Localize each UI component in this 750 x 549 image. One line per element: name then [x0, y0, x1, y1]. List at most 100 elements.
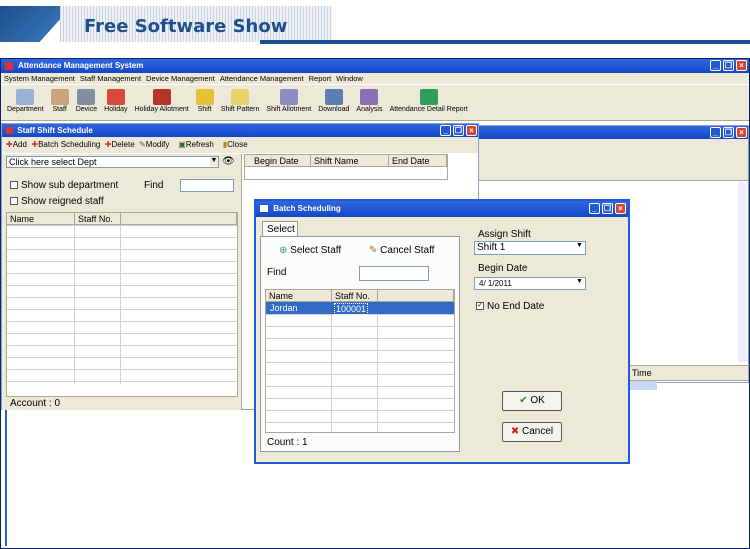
row-name-cell: Jordan	[270, 303, 298, 313]
modify-icon: ✎	[139, 140, 146, 149]
batch-blank-column-header	[378, 290, 454, 302]
grid-divider	[74, 225, 75, 384]
restore-icon[interactable]: ❐	[723, 60, 734, 71]
chevron-down-icon[interactable]: ▼	[576, 278, 583, 285]
shift-icon	[195, 89, 214, 105]
background-window-titlebar[interactable]: _ ❐ ×	[478, 126, 748, 139]
account-count: Account : 0	[10, 398, 61, 409]
app-icon	[5, 61, 13, 70]
select-tab-panel: ⊕ Select Staff ✎ Cancel Staff Find Name …	[260, 236, 460, 452]
menu-report[interactable]: Report	[309, 74, 332, 83]
grid-divider	[120, 225, 121, 384]
toolbar-holiday[interactable]: Holiday	[104, 87, 128, 113]
batch-staff-grid: Name Staff No. Jordan 100001	[265, 289, 455, 433]
end-date-column-header[interactable]: End Date	[389, 155, 447, 167]
menu-staff[interactable]: Staff Management	[80, 74, 141, 83]
batch-name-column-header[interactable]: Name	[266, 290, 332, 302]
scrollbar-vertical[interactable]	[738, 182, 748, 362]
toolbar-staff[interactable]: Staff	[50, 87, 69, 113]
banner-rule	[260, 40, 750, 44]
toolbar-department[interactable]: Department	[7, 87, 44, 113]
menu-window[interactable]: Window	[336, 74, 363, 83]
show-resigned-checkbox[interactable]: Show reigned staff	[10, 196, 104, 207]
checkbox-icon	[10, 181, 18, 190]
schedule-window-icon	[6, 127, 13, 135]
table-row[interactable]: Jordan 100001	[266, 302, 454, 315]
batch-find-label: Find	[267, 267, 287, 278]
schedule-titlebar[interactable]: Staff Shift Schedule _ ❐ ×	[2, 124, 478, 137]
batch-scheduling-button[interactable]: ✚Batch Scheduling	[31, 140, 100, 149]
staff-pane: Click here select Dept ▼ 👁 Show sub depa…	[2, 154, 242, 410]
batch-find-input[interactable]	[359, 266, 429, 281]
toolbar-attendance-detail-report[interactable]: Attendance Detail Report	[390, 87, 468, 113]
batch-count: Count : 1	[267, 437, 308, 448]
grid-divider	[331, 302, 332, 432]
blank-column-header	[121, 213, 237, 225]
checkbox-icon	[10, 197, 18, 206]
refresh-button[interactable]: ▣Refresh	[178, 140, 214, 149]
app-titlebar[interactable]: Attendance Management System _ ❐ ×	[1, 59, 749, 73]
menu-system[interactable]: System Management	[4, 74, 75, 83]
schedule-minimize-icon[interactable]: _	[440, 125, 451, 136]
close-icon[interactable]: ×	[736, 60, 747, 71]
staffno-column-header[interactable]: Staff No.	[75, 213, 121, 225]
shift-name-column-header[interactable]: Shift Name	[311, 155, 389, 167]
time-column-header[interactable]: Time	[628, 366, 658, 380]
bg-restore-icon[interactable]: ❐	[723, 127, 734, 138]
holiday-icon	[106, 89, 125, 105]
minimize-icon[interactable]: _	[710, 60, 721, 71]
toolbar-device[interactable]: Device	[76, 87, 97, 113]
batch-titlebar[interactable]: Batch Scheduling _ ❐ ×	[256, 201, 628, 217]
row-staffno-cell: 100001	[334, 303, 369, 315]
batch-title: Batch Scheduling	[273, 204, 341, 213]
cancel-staff-button[interactable]: ✎ Cancel Staff	[369, 245, 434, 256]
app-title: Attendance Management System	[17, 61, 144, 70]
toolbar-shift[interactable]: Shift	[195, 87, 214, 113]
find-input[interactable]	[180, 179, 234, 192]
begin-date-column-header[interactable]: Begin Date	[251, 155, 311, 167]
toolbar-analysis[interactable]: Analysis	[356, 87, 383, 113]
toolbar-download[interactable]: Download	[318, 87, 349, 113]
schedule-toolbar: ✚Add ✚Batch Scheduling ✚Delete ✎Modify ▣…	[2, 137, 478, 153]
toolbar-shift-allotment[interactable]: Shift Allotment	[266, 87, 311, 113]
bg-minimize-icon[interactable]: _	[710, 127, 721, 138]
holiday-allotment-icon	[152, 89, 171, 105]
check-icon: ✔	[519, 395, 528, 406]
shift-pattern-icon	[231, 89, 250, 105]
cancel-staff-icon: ✎	[369, 245, 378, 256]
select-staff-button[interactable]: ⊕ Select Staff	[279, 245, 341, 256]
no-end-date-checkbox[interactable]: ✓ No End Date	[476, 301, 544, 312]
chevron-down-icon[interactable]: ▼	[210, 157, 218, 166]
menu-device[interactable]: Device Management	[146, 74, 215, 83]
binoculars-icon[interactable]: 👁	[222, 156, 235, 167]
close-button[interactable]: ▮Close	[223, 140, 248, 149]
begin-date-picker[interactable]: 4/ 1/2011	[474, 277, 586, 290]
batch-close-icon[interactable]: ×	[615, 203, 626, 214]
toolbar-shift-pattern[interactable]: Shift Pattern	[221, 87, 259, 113]
tab-select[interactable]: Select	[262, 221, 298, 237]
batch-scheduling-dialog: Batch Scheduling _ ❐ × Select ⊕ Select Sta…	[254, 199, 630, 464]
delete-button[interactable]: ✚Delete	[105, 140, 135, 149]
add-button[interactable]: ✚Add	[6, 140, 27, 149]
begin-date-label: Begin Date	[478, 263, 528, 274]
toolbar-holiday-allotment[interactable]: Holiday Allotment	[135, 87, 189, 113]
schedule-close-icon[interactable]: ×	[466, 125, 477, 136]
banner: Free Software Show	[0, 0, 750, 55]
ok-button[interactable]: ✔ OK	[502, 391, 562, 411]
name-column-header[interactable]: Name	[7, 213, 75, 225]
dept-select[interactable]: Click here select Dept	[6, 156, 219, 168]
bg-close-icon[interactable]: ×	[736, 127, 747, 138]
batch-restore-icon[interactable]: ❐	[602, 203, 613, 214]
batch-grid-body	[266, 302, 454, 432]
show-sub-department-checkbox[interactable]: Show sub department	[10, 180, 118, 191]
assign-shift-select[interactable]: Shift 1	[474, 241, 586, 255]
menu-attendance[interactable]: Attendance Management	[220, 74, 304, 83]
modify-button[interactable]: ✎Modify	[139, 140, 169, 149]
cancel-button[interactable]: ✖ Cancel	[502, 422, 562, 442]
chevron-down-icon[interactable]: ▼	[576, 242, 583, 249]
batch-staffno-column-header[interactable]: Staff No.	[332, 290, 378, 302]
main-toolbar: Department Staff Device Holiday Holiday …	[1, 85, 749, 121]
staff-icon	[50, 89, 69, 105]
batch-minimize-icon[interactable]: _	[589, 203, 600, 214]
schedule-restore-icon[interactable]: ❐	[453, 125, 464, 136]
